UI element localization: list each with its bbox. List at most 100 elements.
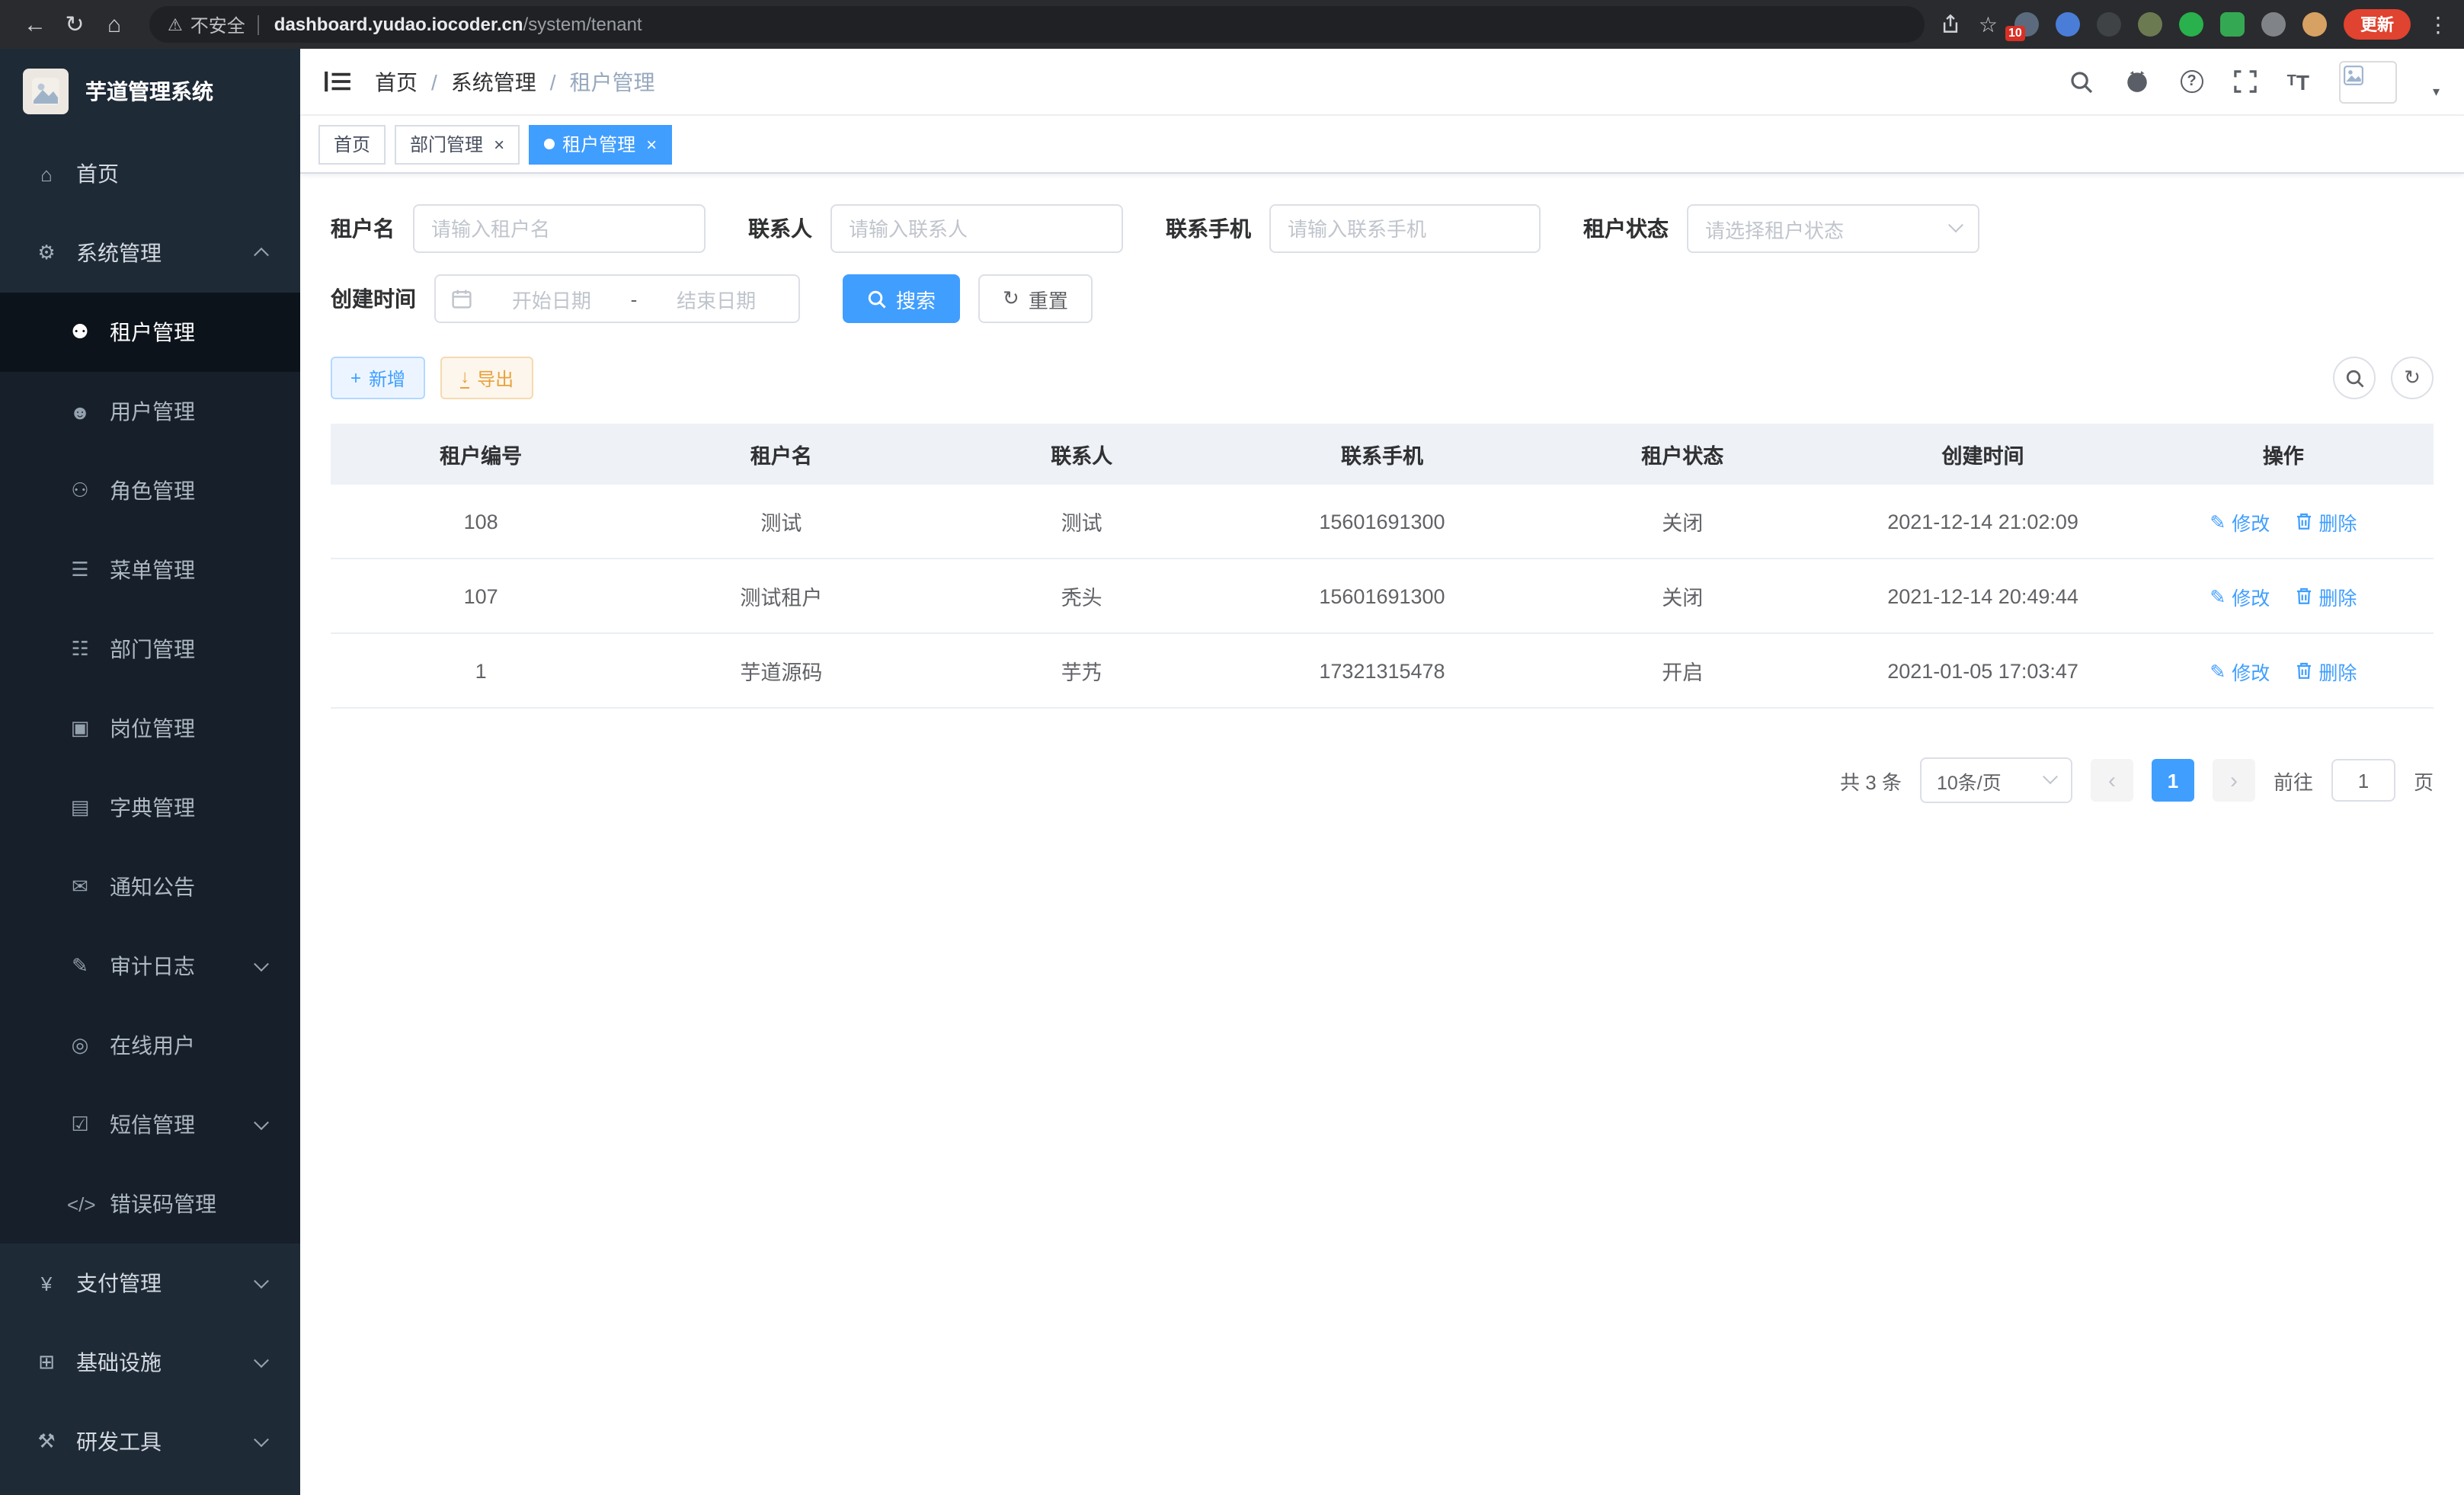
search-button[interactable]: 搜索 [843, 274, 960, 323]
phone-input[interactable] [1269, 204, 1541, 253]
browser-menu-icon[interactable]: ⋮ [2427, 11, 2449, 37]
tab-0[interactable]: 首页 [318, 124, 386, 164]
back-icon[interactable]: ← [15, 11, 55, 37]
tenant-name-input[interactable] [413, 204, 706, 253]
font-size-icon[interactable]: TT [2287, 69, 2309, 94]
reset-button[interactable]: ↻ 重置 [978, 274, 1093, 323]
url-path: /system/tenant [523, 14, 642, 35]
bookmark-star-icon[interactable]: ☆ [1979, 11, 1998, 37]
user-avatar[interactable] [2340, 60, 2398, 103]
tenant-status-select[interactable]: 请选择租户状态 [1687, 204, 1979, 253]
extension-green-square-icon[interactable] [2220, 12, 2245, 37]
sidebar-item-tenant[interactable]: ⚉ 租户管理 [0, 293, 300, 372]
delete-button[interactable]: 删除 [2294, 656, 2357, 685]
contact-input[interactable] [830, 204, 1123, 253]
status-placeholder: 请选择租户状态 [1705, 214, 1844, 243]
tab-label: 租户管理 [562, 131, 635, 157]
sidebar-item-devtool[interactable]: ⚒ 研发工具 [0, 1402, 300, 1481]
infra-icon: ⊞ [34, 1350, 59, 1375]
delete-button[interactable]: 删除 [2294, 581, 2357, 610]
fullscreen-icon[interactable] [2234, 70, 2257, 93]
reload-icon[interactable]: ↻ [55, 11, 94, 38]
toolbar-right: ↻ [2333, 357, 2434, 399]
column-header: 租户状态 [1532, 424, 1832, 485]
extension-blue-icon[interactable] [2056, 12, 2080, 37]
sidebar-item-role[interactable]: ⚇ 角色管理 [0, 451, 300, 530]
sidebar-item-sms[interactable]: ☑ 短信管理 [0, 1085, 300, 1164]
create-time-label: 创建时间 [331, 283, 416, 314]
cell-status: 关闭 [1532, 485, 1832, 558]
goto-page-input[interactable] [2331, 759, 2395, 802]
edit-button[interactable]: ✎ 修改 [2210, 656, 2270, 685]
pay-icon: ¥ [34, 1272, 59, 1295]
help-icon[interactable]: ? [2181, 70, 2203, 93]
browser-update-button[interactable]: 更新 [2344, 9, 2411, 40]
extension-globe-icon[interactable] [2097, 12, 2121, 37]
main: 首页 / 系统管理 / 租户管理 [300, 49, 2464, 1495]
sidebar-item-audit-log[interactable]: ✎ 审计日志 [0, 927, 300, 1006]
breadcrumb-current: 租户管理 [570, 66, 655, 97]
close-tab-icon[interactable]: × [494, 135, 504, 153]
reset-button-label: 重置 [1029, 284, 1068, 313]
tab-2[interactable]: 租户管理 × [529, 124, 672, 164]
sidebar-item-pay[interactable]: ¥ 支付管理 [0, 1244, 300, 1323]
sidebar-item-online-user[interactable]: ◎ 在线用户 [0, 1006, 300, 1085]
refresh-table-button[interactable]: ↻ [2391, 357, 2434, 399]
export-button[interactable]: ↓ 导出 [440, 357, 533, 399]
sidebar-item-menu[interactable]: ☰ 菜单管理 [0, 530, 300, 610]
sidebar-item-home[interactable]: ⌂ 首页 [0, 134, 300, 213]
column-header: 联系手机 [1232, 424, 1532, 485]
sidebar-item-post[interactable]: ▣ 岗位管理 [0, 689, 300, 768]
sidebar-item-infra[interactable]: ⊞ 基础设施 [0, 1323, 300, 1402]
edit-button[interactable]: ✎ 修改 [2210, 507, 2270, 536]
url-domain: dashboard.yudao.iocoder.cn [274, 14, 523, 35]
breadcrumb-home[interactable]: 首页 [375, 66, 418, 97]
sidebar-item-notice[interactable]: ✉ 通知公告 [0, 847, 300, 927]
pagination: 共 3 条 10条/页 ‹ 1 › 前往 页 [331, 757, 2434, 803]
next-page-button[interactable]: › [2213, 759, 2255, 802]
role-icon: ⚇ [67, 479, 93, 503]
extension-green-circle-icon[interactable] [2179, 12, 2203, 37]
sidebar-item-label: 首页 [76, 158, 119, 189]
chevron-down-icon [254, 1273, 269, 1289]
tab-1[interactable]: 部门管理 × [395, 124, 520, 164]
app: 芋道管理系统 ⌂ 首页 ⚙ 系统管理 ⚉ 租户管理 ☻ 用户管理 ⚇ 角色管理 … [0, 49, 2464, 1495]
share-icon[interactable] [1941, 14, 1962, 35]
page-1-button[interactable]: 1 [2152, 759, 2194, 802]
toggle-search-button[interactable] [2333, 357, 2376, 399]
sidebar-item-system[interactable]: ⚙ 系统管理 [0, 213, 300, 293]
sidebar-item-user[interactable]: ☻ 用户管理 [0, 372, 300, 451]
extension-olive-icon[interactable] [2138, 12, 2162, 37]
delete-button[interactable]: 删除 [2294, 507, 2357, 536]
cell-tenant-id: 1 [331, 634, 631, 707]
breadcrumb-system[interactable]: 系统管理 [451, 66, 536, 97]
edit-button[interactable]: ✎ 修改 [2210, 581, 2270, 610]
gear-icon: ⚙ [34, 241, 59, 265]
sidebar-item-dict[interactable]: ▤ 字典管理 [0, 768, 300, 847]
create-time-range-picker[interactable]: 开始日期 - 结束日期 [434, 274, 800, 323]
browser-profile-avatar[interactable] [2302, 12, 2327, 37]
menu-icon: ☰ [67, 558, 93, 582]
avatar-caret-down-icon[interactable]: ▾ [2433, 83, 2440, 100]
total-count: 共 3 条 [1840, 766, 1902, 795]
prev-page-button[interactable]: ‹ [2091, 759, 2133, 802]
security-label[interactable]: 不安全 [190, 11, 245, 37]
sidebar-logo[interactable]: 芋道管理系统 [0, 49, 300, 134]
address-bar[interactable]: ⚠ 不安全 dashboard.yudao.iocoder.cn/system/… [149, 6, 1925, 43]
search-icon [867, 289, 887, 309]
puzzle-extensions-icon[interactable] [2261, 12, 2286, 37]
sidebar-item-dept[interactable]: ☷ 部门管理 [0, 610, 300, 689]
github-icon[interactable] [2124, 69, 2150, 94]
cell-phone: 15601691300 [1232, 559, 1532, 632]
page-size-select[interactable]: 10条/页 [1920, 757, 2072, 803]
add-button[interactable]: + 新增 [331, 357, 425, 399]
chevron-down-icon [2043, 768, 2058, 783]
edit-icon: ✎ [2210, 510, 2226, 533]
close-tab-icon[interactable]: × [646, 135, 657, 153]
filter-status: 租户状态 请选择租户状态 [1583, 204, 1979, 253]
header-search-icon[interactable] [2069, 69, 2094, 94]
browser-home-icon[interactable]: ⌂ [94, 11, 134, 37]
extension-with-badge-icon[interactable]: 10 [2014, 12, 2039, 37]
sidebar-fold-icon[interactable] [325, 70, 350, 93]
sidebar-item-error-code[interactable]: </> 错误码管理 [0, 1164, 300, 1244]
